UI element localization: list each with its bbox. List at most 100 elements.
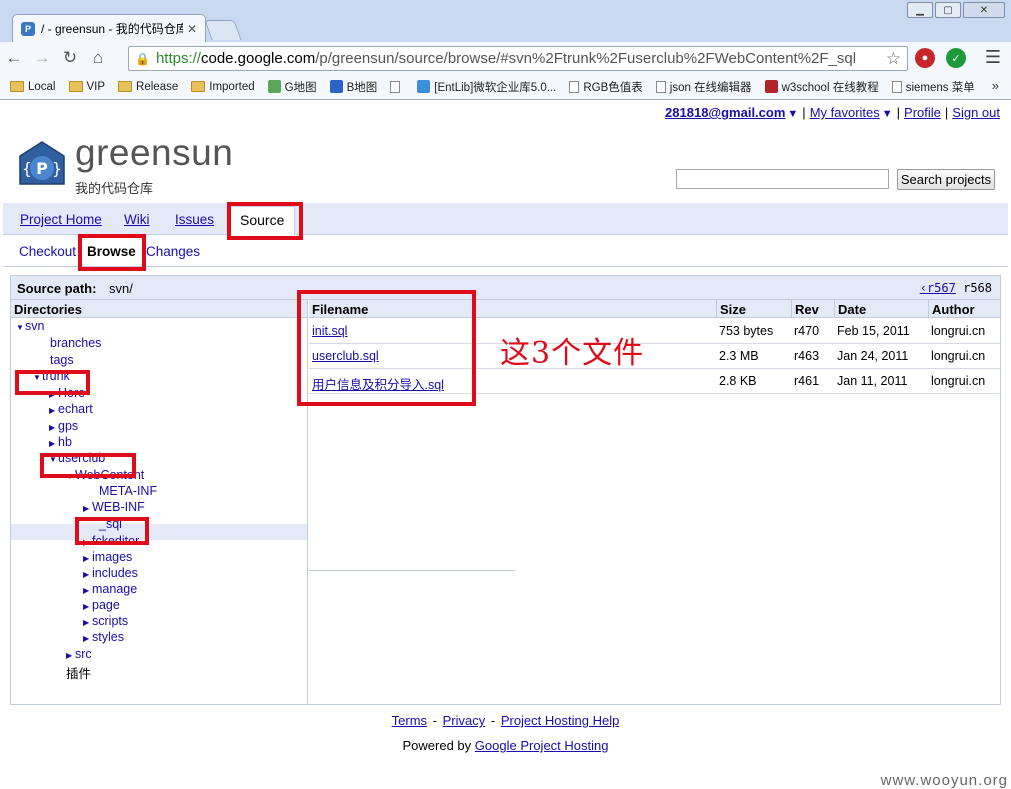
- address-bar[interactable]: 🔒 https://code.google.com/p/greensun/sou…: [128, 46, 908, 71]
- tree-item[interactable]: _sql: [90, 517, 122, 531]
- new-tab-button[interactable]: [204, 20, 242, 40]
- menu-icon[interactable]: ☰: [985, 47, 1001, 68]
- tab-wiki[interactable]: Wiki: [124, 212, 150, 227]
- tree-item[interactable]: ▶ images: [83, 550, 132, 564]
- tree-item[interactable]: ▶ styles: [83, 630, 124, 644]
- tree-item[interactable]: ▶ WEB-INF: [83, 500, 145, 514]
- table-row[interactable]: init.sql 753 bytes r470 Feb 15, 2011 longrui…: [309, 319, 1000, 344]
- bookmark-star-icon[interactable]: ☆: [886, 49, 901, 69]
- expanded-triangle-icon[interactable]: ▼: [66, 472, 74, 481]
- project-search-input[interactable]: [676, 169, 889, 189]
- bookmark-item[interactable]: json 在线编辑器: [655, 79, 752, 95]
- adblock-icon[interactable]: ●: [915, 48, 935, 68]
- date-column-header[interactable]: Date: [835, 300, 929, 318]
- privacy-link[interactable]: Privacy: [443, 713, 486, 728]
- bookmark-item[interactable]: Local: [10, 81, 56, 93]
- bookmark-item[interactable]: RGB色值表: [569, 79, 643, 95]
- file-name-link[interactable]: userclub.sql: [312, 349, 379, 363]
- collapsed-triangle-icon[interactable]: ▶: [49, 423, 56, 432]
- collapsed-triangle-icon[interactable]: ▶: [83, 602, 90, 611]
- account-dropdown-icon[interactable]: ▼: [787, 108, 798, 120]
- bookmark-item[interactable]: Imported: [191, 81, 255, 93]
- back-icon[interactable]: ←: [0, 48, 28, 68]
- my-favorites-link[interactable]: My favorites: [810, 105, 880, 120]
- tree-item[interactable]: ▶ hb: [49, 435, 72, 449]
- table-row[interactable]: 用户信息及积分导入.sql 2.8 KB r461 Jan 11, 2011 longr…: [309, 369, 1000, 394]
- tree-item[interactable]: ▼svn: [16, 319, 44, 333]
- home-icon[interactable]: ⌂: [84, 48, 112, 68]
- bookmark-item[interactable]: Release: [118, 81, 178, 93]
- previous-revision-link[interactable]: ‹r567: [920, 281, 956, 295]
- tree-item[interactable]: 插件: [57, 663, 91, 682]
- tree-item[interactable]: ▶ manage: [83, 582, 137, 596]
- tree-item[interactable]: ▶ page: [83, 598, 120, 612]
- bookmark-item[interactable]: G地图: [267, 79, 317, 95]
- tree-item[interactable]: META-INF: [90, 484, 157, 498]
- author-column-header[interactable]: Author: [929, 300, 1000, 318]
- close-window-icon[interactable]: ✕: [963, 2, 1005, 18]
- bookmark-item[interactable]: [390, 80, 404, 93]
- collapsed-triangle-icon[interactable]: ▶: [83, 554, 90, 563]
- bookmark-item[interactable]: B地图: [329, 79, 377, 95]
- account-email-link[interactable]: 281818@gmail.com: [665, 105, 785, 120]
- close-tab-icon[interactable]: ✕: [187, 22, 197, 36]
- collapsed-triangle-icon[interactable]: ▶: [83, 504, 90, 513]
- collapsed-triangle-icon[interactable]: ▶: [83, 538, 90, 547]
- tab-issues[interactable]: Issues: [175, 212, 214, 227]
- filename-column-header[interactable]: Filename: [309, 300, 717, 318]
- tab-project-home[interactable]: Project Home: [20, 212, 102, 227]
- bookmark-item[interactable]: VIP: [68, 81, 105, 93]
- expanded-triangle-icon[interactable]: ▼: [49, 455, 57, 464]
- project-hosting-help-link[interactable]: Project Hosting Help: [501, 713, 620, 728]
- bookmark-item[interactable]: siemens 菜单: [891, 79, 975, 95]
- profile-link[interactable]: Profile: [904, 105, 941, 120]
- tree-item[interactable]: ▶ scripts: [83, 614, 128, 628]
- collapsed-triangle-icon[interactable]: ▶: [66, 651, 73, 660]
- collapsed-triangle-icon[interactable]: ▶: [49, 439, 56, 448]
- reload-icon[interactable]: ↻: [56, 48, 84, 68]
- tree-item[interactable]: ▶ includes: [83, 566, 138, 580]
- sign-out-link[interactable]: Sign out: [952, 105, 1000, 120]
- tree-item[interactable]: ▼userclub: [49, 451, 105, 465]
- terms-link[interactable]: Terms: [392, 713, 427, 728]
- tree-item[interactable]: branches: [41, 336, 101, 350]
- table-row[interactable]: userclub.sql 2.3 MB r463 Jan 24, 2011 longru…: [309, 344, 1000, 369]
- collapsed-triangle-icon[interactable]: ▶: [83, 634, 90, 643]
- tree-item[interactable]: ▼WebContent: [66, 468, 144, 482]
- tree-item[interactable]: ▶ echart: [49, 402, 93, 416]
- google-project-hosting-link[interactable]: Google Project Hosting: [475, 738, 609, 753]
- collapsed-triangle-icon[interactable]: ▶: [83, 570, 90, 579]
- search-projects-button[interactable]: Search projects: [897, 169, 995, 190]
- collapsed-triangle-icon[interactable]: ▶: [49, 406, 56, 415]
- tree-item[interactable]: ▶ fckeditor: [83, 534, 139, 548]
- file-name-link[interactable]: init.sql: [312, 324, 347, 338]
- subtab-browse[interactable]: Browse: [87, 244, 136, 259]
- shield-extension-icon[interactable]: ✓: [946, 48, 966, 68]
- browser-tab[interactable]: P / - greensun - 我的代码仓库 ✕: [12, 14, 206, 42]
- subtab-checkout[interactable]: Checkout: [19, 244, 76, 259]
- project-logo-icon[interactable]: P { }: [17, 140, 67, 190]
- maximize-icon[interactable]: ▢: [935, 2, 961, 18]
- expanded-triangle-icon[interactable]: ▼: [33, 373, 41, 382]
- forward-icon[interactable]: →: [28, 48, 56, 68]
- rev-column-header[interactable]: Rev: [792, 300, 835, 318]
- bookmark-item[interactable]: [EntLib]微软企业库5.0...: [417, 79, 556, 95]
- bookmarks-more-icon[interactable]: »: [992, 78, 999, 93]
- minimize-icon[interactable]: ▁: [907, 2, 933, 18]
- tree-item[interactable]: tags: [41, 353, 74, 367]
- bookmark-item[interactable]: w3school 在线教程: [764, 79, 879, 95]
- expanded-triangle-icon[interactable]: ▼: [16, 323, 24, 332]
- collapsed-triangle-icon[interactable]: ▶: [83, 618, 90, 627]
- tree-item[interactable]: ▶ gps: [49, 419, 78, 433]
- tab-source[interactable]: Source: [229, 206, 296, 236]
- project-name[interactable]: greensun: [75, 132, 233, 174]
- tree-item[interactable]: ▶ src: [66, 647, 92, 661]
- size-column-header[interactable]: Size: [717, 300, 792, 318]
- tree-item[interactable]: ▶ Here: [49, 386, 85, 400]
- collapsed-triangle-icon[interactable]: ▶: [49, 390, 56, 399]
- file-name-link[interactable]: 用户信息及积分导入.sql: [312, 374, 444, 393]
- subtab-changes[interactable]: Changes: [146, 244, 200, 259]
- collapsed-triangle-icon[interactable]: ▶: [83, 586, 90, 595]
- favorites-dropdown-icon[interactable]: ▼: [882, 108, 893, 120]
- tree-item[interactable]: ▼trunk: [33, 369, 70, 383]
